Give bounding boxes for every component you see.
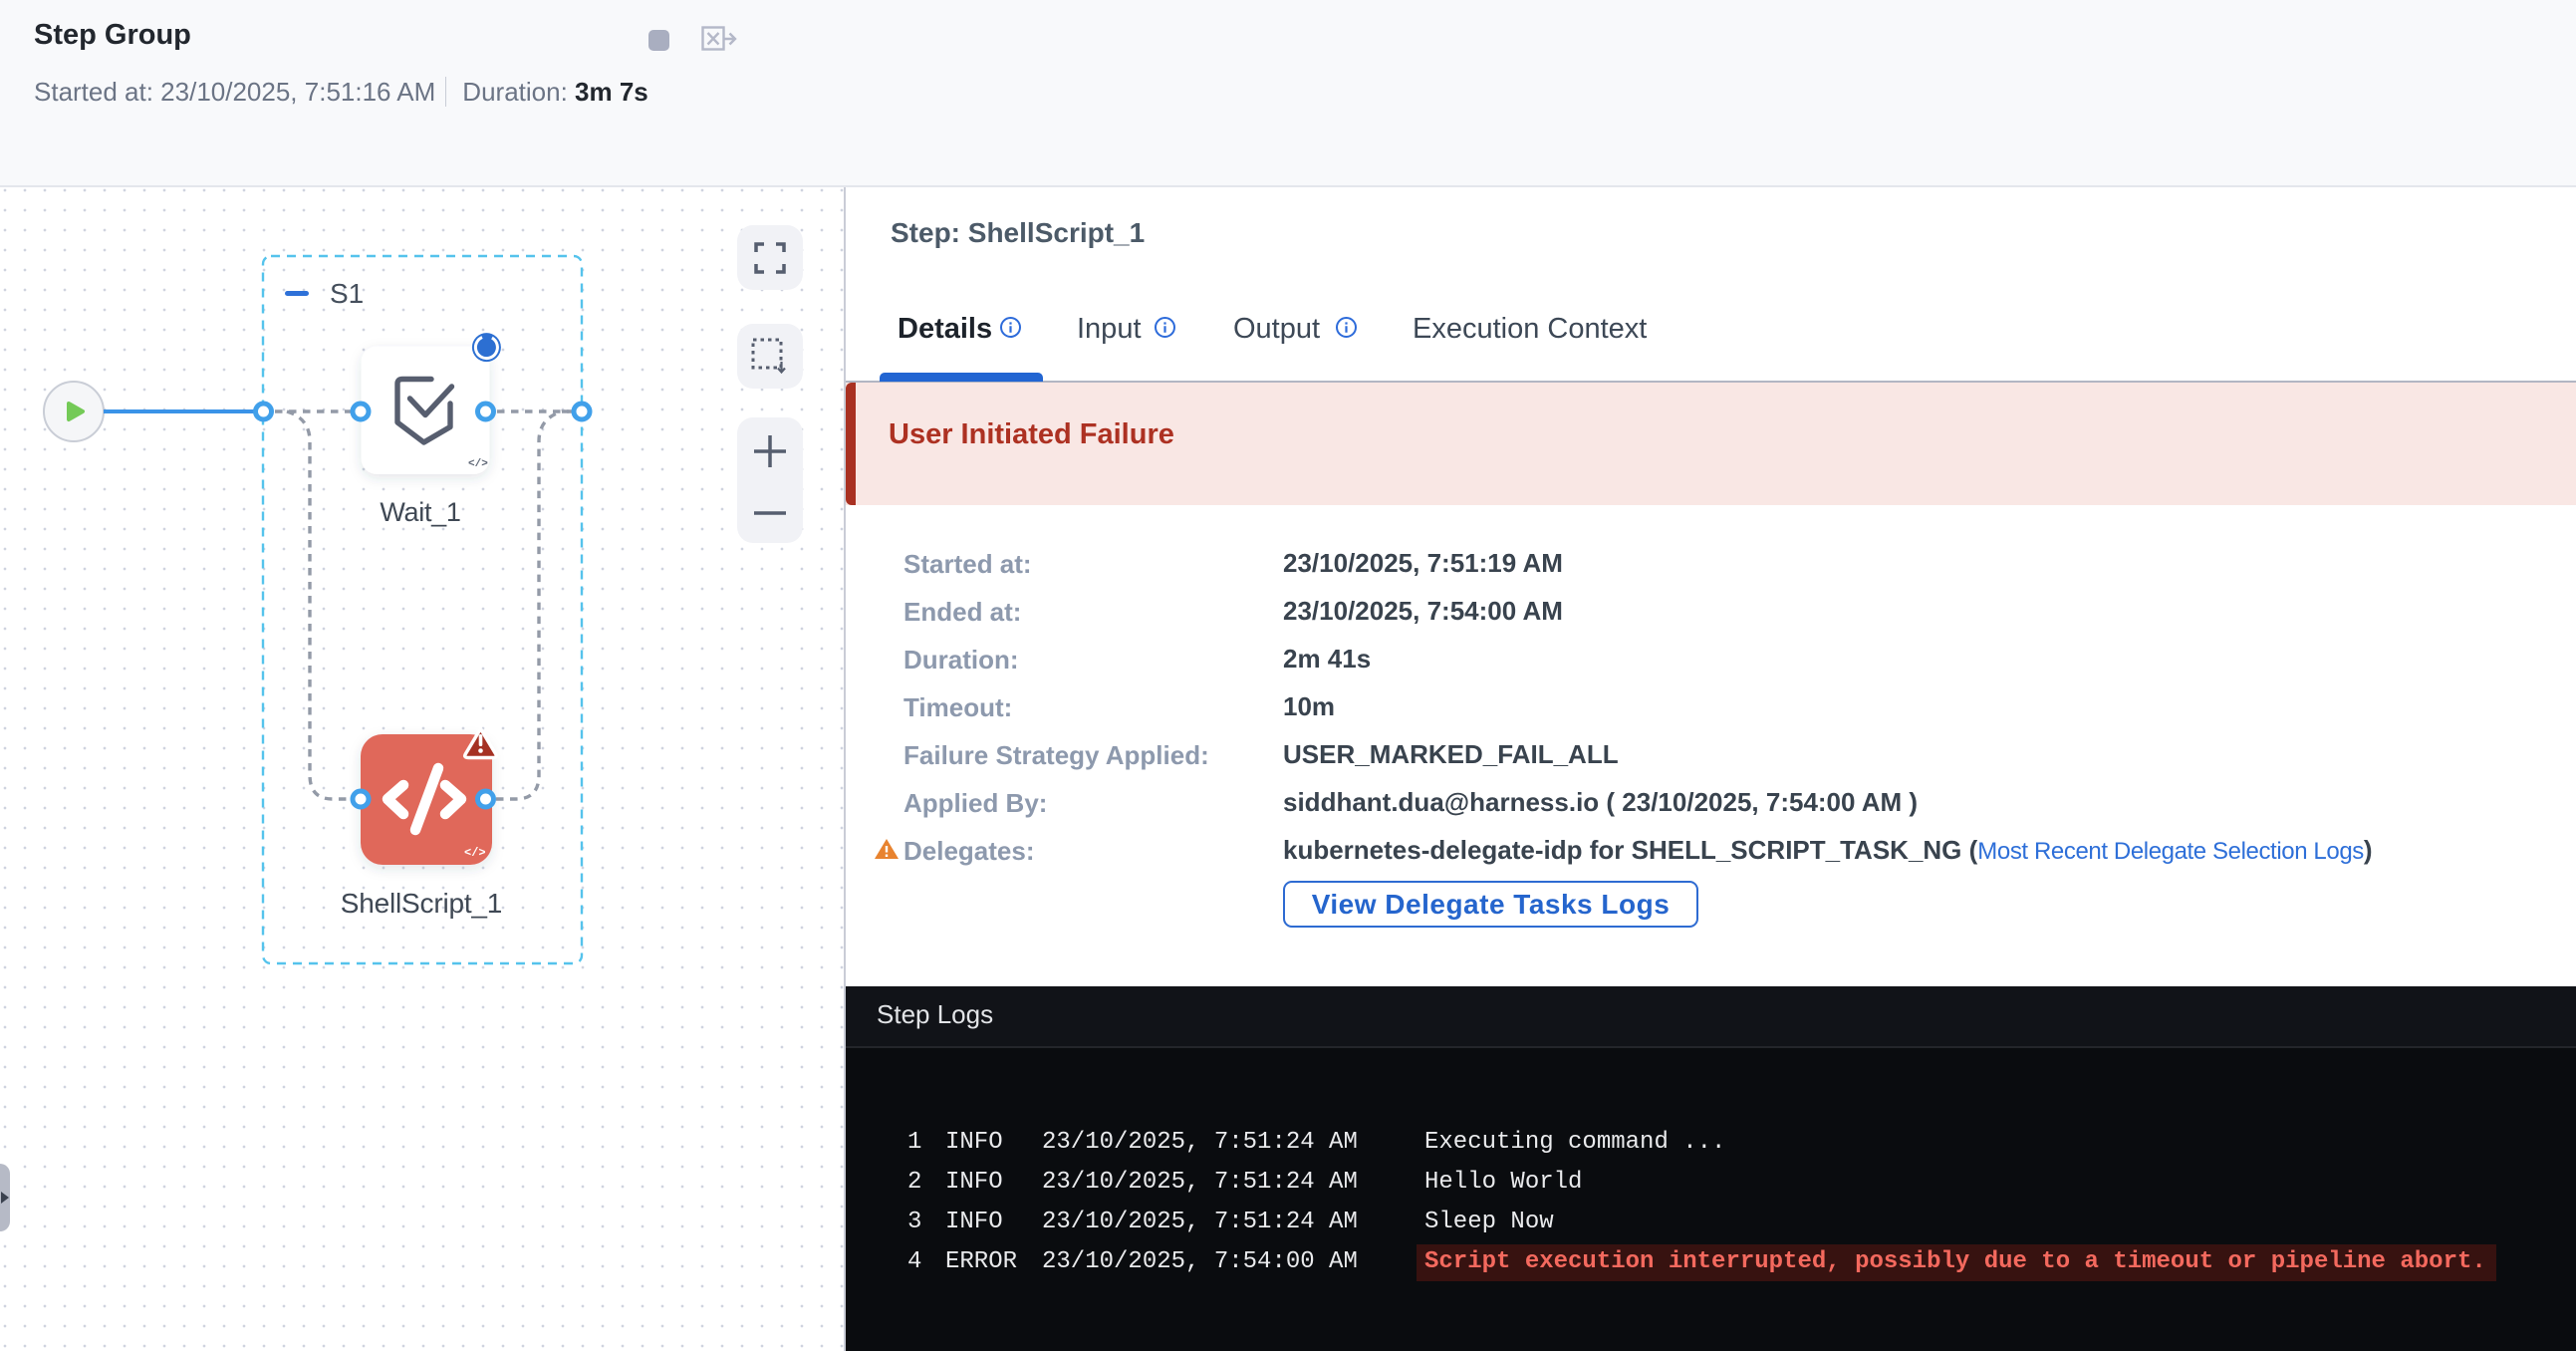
- svg-text:</>: </>: [468, 458, 488, 470]
- svg-text:ShellScript_1: ShellScript_1: [341, 888, 502, 919]
- svg-text:</>: </>: [464, 846, 486, 860]
- svg-text:S1: S1: [330, 278, 364, 309]
- svg-text:Wait_1: Wait_1: [380, 497, 460, 527]
